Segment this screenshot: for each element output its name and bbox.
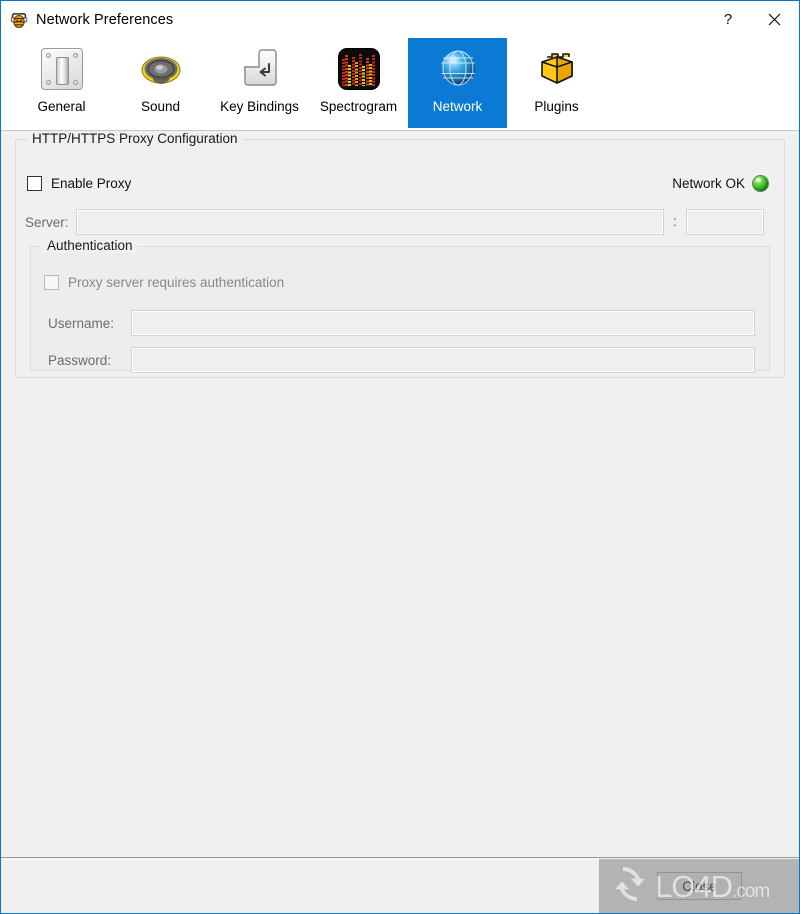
enable-proxy-checkbox[interactable]: [27, 176, 42, 191]
username-label: Username:: [48, 316, 115, 331]
globe-icon: [434, 45, 482, 93]
network-status-label: Network OK: [672, 176, 745, 191]
dialog-footer: Close: [1, 857, 799, 913]
password-input[interactable]: [131, 347, 755, 373]
app-icon-bee-headphones-icon: [9, 10, 29, 30]
speaker-icon: [137, 45, 185, 93]
title-bar: Network Preferences ?: [1, 1, 799, 38]
preferences-tab-strip: General Sound Key Bindings Spectrogram N…: [1, 38, 799, 131]
requires-authentication-checkbox[interactable]: [44, 275, 59, 290]
proxy-group-title: HTTP/HTTPS Proxy Configuration: [27, 131, 243, 146]
close-icon: [768, 13, 781, 26]
window-title: Network Preferences: [36, 11, 174, 28]
authentication-group-title: Authentication: [42, 238, 138, 253]
tab-general[interactable]: General: [12, 38, 111, 128]
server-label: Server:: [25, 215, 69, 230]
light-switch-icon: [38, 45, 86, 93]
equalizer-icon: [335, 45, 383, 93]
requires-authentication-row[interactable]: Proxy server requires authentication: [44, 275, 284, 290]
network-preferences-window: Network Preferences ? General Sound Key …: [0, 0, 800, 914]
port-input[interactable]: [686, 209, 764, 235]
close-window-button[interactable]: [751, 1, 797, 38]
proxy-configuration-group: HTTP/HTTPS Proxy Configuration Enable Pr…: [15, 131, 785, 378]
help-button[interactable]: ?: [705, 1, 751, 38]
tab-spectrogram-label: Spectrogram: [319, 99, 398, 114]
tab-key-bindings-label: Key Bindings: [220, 99, 299, 114]
enable-proxy-label: Enable Proxy: [51, 176, 132, 191]
authentication-group: Authentication Proxy server requires aut…: [30, 238, 770, 373]
network-settings-panel: HTTP/HTTPS Proxy Configuration Enable Pr…: [1, 131, 799, 857]
tab-spectrogram[interactable]: Spectrogram: [309, 38, 408, 128]
tab-network[interactable]: Network: [408, 38, 507, 128]
tab-general-label: General: [37, 99, 86, 114]
tab-sound-label: Sound: [140, 99, 181, 114]
enable-proxy-row[interactable]: Enable Proxy: [27, 176, 131, 191]
server-input[interactable]: [76, 209, 664, 235]
tab-plugins-label: Plugins: [534, 99, 579, 114]
close-button[interactable]: Close: [657, 872, 742, 900]
requires-authentication-label: Proxy server requires authentication: [68, 275, 285, 290]
tab-network-label: Network: [432, 99, 483, 114]
lego-brick-icon: [533, 45, 581, 93]
tab-sound[interactable]: Sound: [111, 38, 210, 128]
password-label: Password:: [48, 353, 112, 368]
tab-plugins[interactable]: Plugins: [507, 38, 606, 128]
tab-key-bindings[interactable]: Key Bindings: [210, 38, 309, 128]
enter-key-icon: [236, 45, 284, 93]
close-button-label: Close: [682, 878, 717, 894]
help-icon: ?: [723, 11, 733, 28]
port-separator: :: [673, 214, 677, 229]
green-led-icon: [753, 176, 768, 191]
network-status: Network OK: [672, 176, 768, 191]
username-input[interactable]: [131, 310, 755, 336]
